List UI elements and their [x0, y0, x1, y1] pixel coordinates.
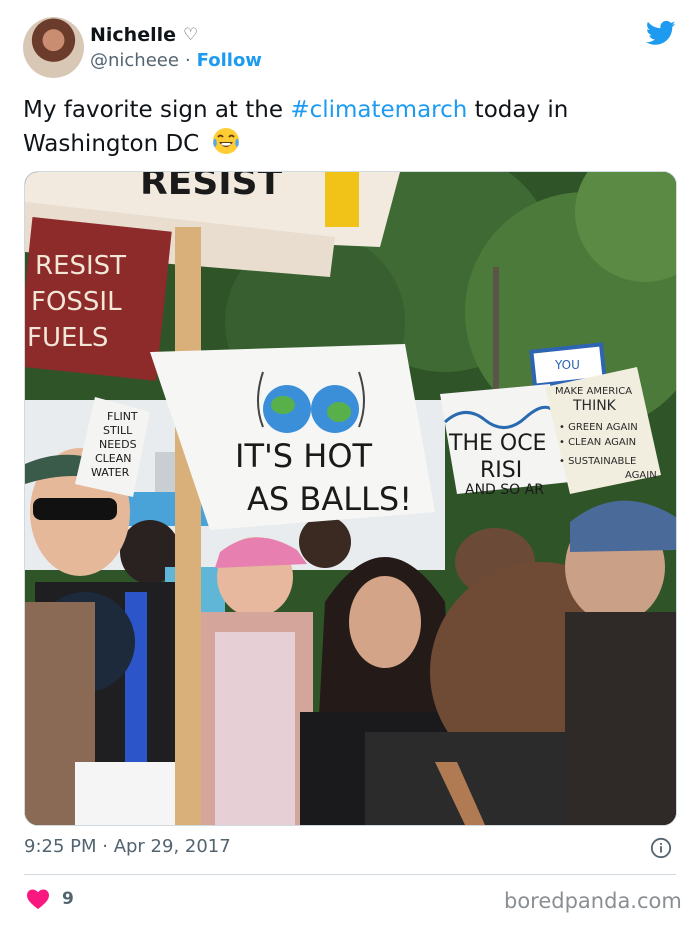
handle-separator: · [184, 50, 191, 71]
tears-of-joy-emoji-icon [212, 128, 239, 154]
like-action[interactable]: 9 [26, 888, 74, 910]
author-handle-row: @nicheee · Follow [90, 50, 262, 71]
watermark: boredpanda.com [504, 889, 682, 913]
you-sign-text: YOU [554, 358, 580, 372]
like-count: 9 [62, 889, 74, 909]
author-display-name[interactable]: Nichelle [90, 24, 176, 46]
hashtag-link[interactable]: #climatemarch [290, 97, 467, 123]
avatar[interactable] [23, 17, 84, 78]
tweet-card: Nichelle ♡ @nicheee · Follow My favorite… [0, 0, 700, 927]
tweet-timestamp[interactable]: 9:25 PM · Apr 29, 2017 [24, 836, 231, 857]
heart-icon[interactable] [26, 888, 50, 910]
follow-button[interactable]: Follow [197, 50, 262, 71]
twitter-bird-icon[interactable] [644, 18, 678, 48]
banner-sign-text: RESIST [140, 172, 283, 203]
tweet-text-start: My favorite sign at the [23, 97, 291, 123]
name-heart-symbol: ♡ [183, 25, 199, 45]
info-icon[interactable] [650, 837, 672, 859]
author-handle[interactable]: @nicheee [90, 50, 179, 71]
tweet-text: My favorite sign at the #climatemarch to… [23, 94, 673, 160]
author-name-row: Nichelle ♡ [90, 22, 198, 48]
protest-photo: RESIST RESIST FOSSIL FUELS FLINT STILL N… [25, 172, 676, 825]
divider [24, 874, 676, 875]
tweet-photo[interactable]: RESIST RESIST FOSSIL FUELS FLINT STILL N… [24, 171, 677, 826]
